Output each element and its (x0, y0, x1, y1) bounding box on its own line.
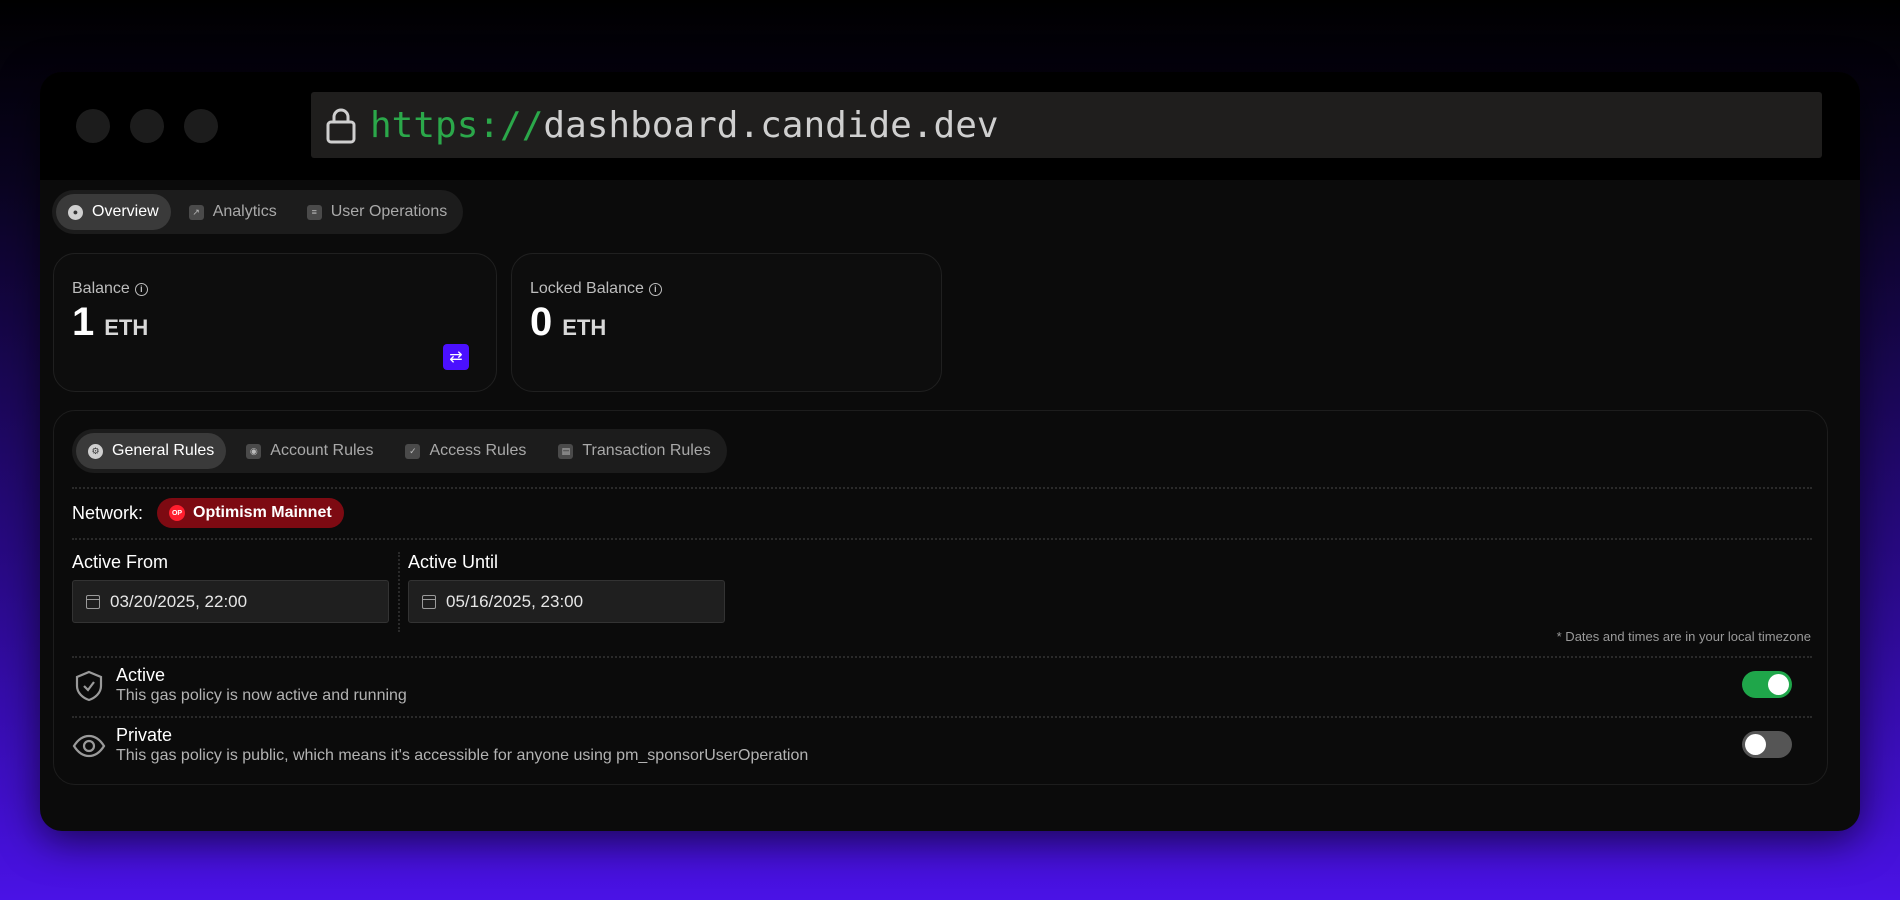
tab-label: Overview (92, 203, 159, 220)
active-until-input[interactable]: 05/16/2025, 23:00 (408, 580, 725, 623)
timezone-note: * Dates and times are in your local time… (1556, 629, 1811, 644)
eye-icon (72, 729, 106, 763)
toggle-knob (1745, 734, 1766, 755)
balance-unit: ETH (104, 315, 149, 340)
active-until-label: Active Until (408, 552, 499, 572)
tab-analytics[interactable]: ↗ Analytics (177, 194, 289, 230)
locked-balance-label-text: Locked Balance (530, 280, 644, 297)
balance-label: Balance i (72, 280, 148, 298)
divider (72, 538, 1812, 540)
window-close-button[interactable] (76, 109, 110, 143)
top-tab-bar: ● Overview ↗ Analytics ≡ User Operations (52, 190, 464, 234)
private-description: This gas policy is public, which means i… (116, 747, 809, 764)
active-from-input[interactable]: 03/20/2025, 22:00 (72, 580, 389, 623)
active-description: This gas policy is now active and runnin… (116, 687, 407, 704)
network-name: Optimism Mainnet (193, 504, 332, 521)
window-minimize-button[interactable] (130, 109, 164, 143)
tab-label: Analytics (212, 203, 277, 220)
tab-label: Access Rules (429, 442, 527, 459)
shield-icon: ✓ (405, 443, 421, 459)
tab-account-rules[interactable]: ◉ Account Rules (234, 433, 385, 469)
tab-overview[interactable]: ● Overview (56, 194, 171, 230)
calendar-icon (86, 594, 100, 609)
lock-icon (324, 106, 358, 144)
tab-label: General Rules (112, 442, 215, 459)
active-title: Active (116, 665, 166, 685)
browser-titlebar: https://dashboard.candide.dev (40, 72, 1860, 180)
divider (72, 716, 1812, 718)
swap-icon: ⇄ (449, 349, 463, 366)
private-toggle[interactable] (1742, 731, 1792, 758)
network-label: Network: (72, 503, 144, 523)
balance-value: 1 ETH (72, 300, 148, 345)
analytics-icon: ↗ (188, 204, 204, 220)
divider (398, 552, 400, 632)
locked-balance-amount: 0 (530, 300, 553, 344)
divider (72, 656, 1812, 658)
tab-general-rules[interactable]: ⚙ General Rules (76, 433, 227, 469)
tab-access-rules[interactable]: ✓ Access Rules (393, 433, 538, 469)
active-from-value: 03/20/2025, 22:00 (110, 591, 248, 611)
shield-check-icon (72, 669, 106, 703)
divider (72, 487, 1812, 489)
user-icon: ◉ (246, 443, 262, 459)
calendar-icon (422, 594, 436, 609)
address-bar[interactable]: https://dashboard.candide.dev (311, 92, 1822, 158)
transaction-icon: ▤ (558, 443, 574, 459)
toggle-knob (1768, 674, 1789, 695)
optimism-icon: OP (169, 505, 185, 521)
browser-window: https://dashboard.candide.dev ● Overview… (40, 72, 1860, 831)
settings-icon: ⚙ (88, 443, 103, 459)
balance-card: Balance i 1 ETH ⇄ (53, 253, 497, 392)
url-scheme: https:// (370, 104, 544, 146)
tab-transaction-rules[interactable]: ▤ Transaction Rules (546, 433, 722, 469)
locked-balance-label: Locked Balance i (530, 280, 662, 298)
locked-balance-card: Locked Balance i 0 ETH (511, 253, 942, 392)
info-icon[interactable]: i (134, 282, 148, 296)
rules-tab-bar: ⚙ General Rules ◉ Account Rules ✓ Access… (72, 429, 727, 473)
tab-label: Transaction Rules (582, 442, 711, 459)
tab-label: User Operations (330, 203, 448, 220)
transfer-button[interactable]: ⇄ (443, 344, 469, 370)
tab-user-operations[interactable]: ≡ User Operations (295, 194, 460, 230)
info-icon[interactable]: i (648, 282, 662, 296)
active-until-value: 05/16/2025, 23:00 (446, 591, 584, 611)
tab-label: Account Rules (270, 442, 374, 459)
list-icon: ≡ (306, 204, 322, 220)
gas-policy-panel: ⚙ General Rules ◉ Account Rules ✓ Access… (53, 410, 1828, 785)
locked-balance-unit: ETH (562, 315, 607, 340)
url-host: dashboard.candide.dev (543, 104, 999, 146)
balance-label-text: Balance (72, 280, 130, 297)
active-toggle[interactable] (1742, 671, 1792, 698)
network-badge[interactable]: OP Optimism Mainnet (157, 498, 344, 528)
balance-amount: 1 (72, 300, 95, 344)
private-title: Private (116, 725, 173, 745)
overview-icon: ● (68, 204, 83, 220)
locked-balance-value: 0 ETH (530, 300, 606, 345)
window-maximize-button[interactable] (184, 109, 218, 143)
active-from-label: Active From (72, 552, 169, 572)
